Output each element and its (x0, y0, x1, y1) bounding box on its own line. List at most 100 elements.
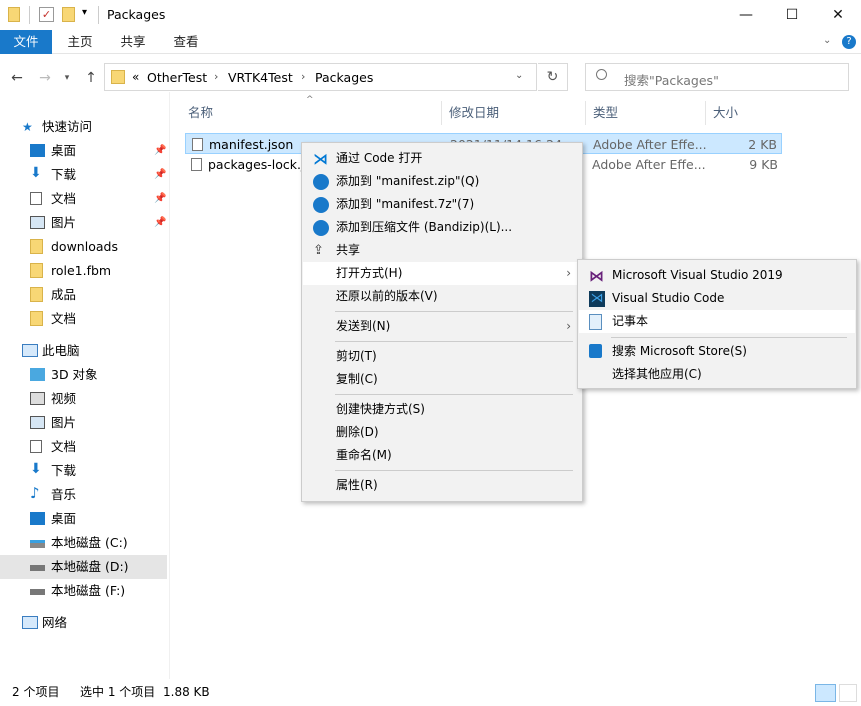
column-size[interactable]: 大小 (713, 101, 738, 125)
sidebar-item-downloads[interactable]: ⬇ 下载 📌 (0, 163, 167, 187)
breadcrumb-packages[interactable]: Packages (315, 70, 373, 85)
star-icon: ★ (22, 120, 33, 134)
tab-view[interactable]: 查看 (163, 30, 209, 54)
breadcrumb-vrtk4test[interactable]: VRTK4Test (228, 70, 293, 85)
bandizip-icon (313, 174, 329, 190)
sidebar-this-pc[interactable]: 此电脑 (0, 339, 167, 363)
up-arrow-icon[interactable]: ↑ (80, 66, 102, 90)
sidebar-item-3d-objects[interactable]: 3D 对象 (0, 363, 167, 387)
menu-label: 删除(D) (336, 425, 379, 439)
sidebar-item-docs-folder[interactable]: 文档 (0, 307, 167, 331)
properties-icon[interactable]: ✓ (39, 7, 54, 22)
download-icon: ⬇ (30, 461, 42, 477)
menu-restore-versions[interactable]: 还原以前的版本(V) (303, 285, 581, 308)
breadcrumb-othertest[interactable]: OtherTest (147, 70, 207, 85)
sidebar-item-drive-c[interactable]: 本地磁盘 (C:) (0, 531, 167, 555)
menu-copy[interactable]: 复制(C) (303, 368, 581, 391)
divider (29, 6, 30, 24)
menu-label: 添加到压缩文件 (Bandizip)(L)... (336, 220, 513, 234)
sidebar-item-pc-pictures[interactable]: 图片 (0, 411, 167, 435)
chevron-right-icon[interactable]: › (214, 70, 218, 83)
menu-label: 选择其他应用(C) (612, 367, 702, 381)
sidebar-item-pictures[interactable]: 图片 📌 (0, 211, 167, 235)
sidebar-item-videos[interactable]: 视频 (0, 387, 167, 411)
menu-add-7z[interactable]: 添加到 "manifest.7z"(7) (303, 193, 581, 216)
submenu-choose-app[interactable]: 选择其他应用(C) (579, 363, 855, 386)
menu-add-archive[interactable]: 添加到压缩文件 (Bandizip)(L)... (303, 216, 581, 239)
sidebar-item-pc-downloads[interactable]: ⬇ 下载 (0, 459, 167, 483)
menu-delete[interactable]: 删除(D) (303, 421, 581, 444)
menu-open-with[interactable]: 打开方式(H) › (303, 262, 581, 285)
address-dropdown-icon[interactable]: ⌄ (515, 70, 523, 81)
json-file-icon (191, 158, 202, 171)
search-box[interactable]: 搜索"Packages" (585, 63, 849, 91)
submenu-search-store[interactable]: 搜索 Microsoft Store(S) (579, 340, 855, 363)
menu-separator (335, 341, 573, 342)
sidebar-label: 文档 (51, 311, 77, 326)
sidebar-item-products[interactable]: 成品 (0, 283, 167, 307)
sidebar-item-pc-documents[interactable]: 文档 (0, 435, 167, 459)
close-button[interactable]: ✕ (815, 0, 861, 30)
sidebar-item-drive-d[interactable]: 本地磁盘 (D:) (0, 555, 167, 579)
large-icons-view-icon[interactable] (839, 684, 857, 702)
column-date[interactable]: 修改日期 (449, 101, 499, 125)
column-divider[interactable] (705, 101, 706, 125)
vscode-icon: ⋊ (313, 150, 328, 168)
menu-label: Visual Studio Code (612, 291, 725, 305)
menu-label: 创建快捷方式(S) (336, 402, 425, 416)
breadcrumb-overflow[interactable]: « (132, 70, 139, 84)
pane-splitter[interactable] (169, 92, 170, 679)
sidebar-item-desktop[interactable]: 桌面 📌 (0, 139, 167, 163)
help-icon[interactable]: ? (842, 35, 856, 49)
menu-open-with-code[interactable]: ⋊ 通过 Code 打开 (303, 147, 581, 170)
menu-create-shortcut[interactable]: 创建快捷方式(S) (303, 398, 581, 421)
tab-share[interactable]: 共享 (110, 30, 156, 54)
menu-send-to[interactable]: 发送到(N) › (303, 315, 581, 338)
refresh-button[interactable]: ↻ (538, 63, 568, 91)
search-icon (596, 69, 607, 80)
menu-cut[interactable]: 剪切(T) (303, 345, 581, 368)
column-name[interactable]: 名称 (188, 101, 213, 125)
back-arrow-icon[interactable]: ← (6, 66, 28, 90)
tab-home[interactable]: 主页 (57, 30, 103, 54)
maximize-button[interactable]: ☐ (769, 0, 815, 30)
sidebar-label: 网络 (42, 615, 68, 630)
sidebar-item-drive-f[interactable]: 本地磁盘 (F:) (0, 579, 167, 603)
sidebar-label: role1.fbm (51, 263, 112, 278)
address-bar[interactable]: « OtherTest › VRTK4Test › Packages ⌄ (104, 63, 537, 91)
new-folder-icon[interactable] (62, 7, 75, 22)
details-view-icon[interactable] (815, 684, 836, 702)
customize-toolbar-icon[interactable]: ▾ (82, 7, 87, 18)
menu-share[interactable]: ⇪ 共享 (303, 239, 581, 262)
column-type[interactable]: 类型 (593, 101, 618, 125)
submenu-vscode[interactable]: ⋊ Visual Studio Code (579, 287, 855, 310)
ribbon-tabs: 文件 主页 共享 查看 ⌄ ? (0, 30, 861, 54)
search-input[interactable]: 搜索"Packages" (624, 70, 719, 89)
submenu-notepad[interactable]: 记事本 (579, 310, 855, 333)
submenu-visual-studio-2019[interactable]: ⋈ Microsoft Visual Studio 2019 (579, 264, 855, 287)
menu-properties[interactable]: 属性(R) (303, 474, 581, 497)
menu-add-zip[interactable]: 添加到 "manifest.zip"(Q) (303, 170, 581, 193)
menu-label: 重命名(M) (336, 448, 392, 462)
sidebar-item-documents[interactable]: 文档 📌 (0, 187, 167, 211)
sidebar-item-pc-desktop[interactable]: 桌面 (0, 507, 167, 531)
forward-arrow-icon[interactable]: → (34, 66, 56, 90)
sidebar-label: 下载 (51, 463, 77, 478)
tab-file[interactable]: 文件 (0, 30, 52, 54)
visual-studio-icon: ⋈ (589, 267, 604, 285)
chevron-right-icon[interactable]: › (301, 70, 305, 83)
column-divider[interactable] (585, 101, 586, 125)
sidebar-quick-access[interactable]: ★ 快速访问 (0, 115, 167, 139)
sidebar-network[interactable]: 网络 (0, 611, 167, 635)
sidebar-item-music[interactable]: ♪ 音乐 (0, 483, 167, 507)
expand-ribbon-icon[interactable]: ⌄ (823, 35, 831, 46)
drive-icon (30, 565, 45, 571)
sidebar-item-role1fbm[interactable]: role1.fbm (0, 259, 167, 283)
sidebar-item-downloads-folder[interactable]: downloads (0, 235, 167, 259)
menu-rename[interactable]: 重命名(M) (303, 444, 581, 467)
folder-icon (30, 287, 43, 302)
recent-locations-icon[interactable]: ▾ (60, 66, 74, 90)
minimize-button[interactable]: — (723, 0, 769, 30)
column-divider[interactable] (441, 101, 442, 125)
selection-size: 1.88 KB (163, 685, 210, 699)
